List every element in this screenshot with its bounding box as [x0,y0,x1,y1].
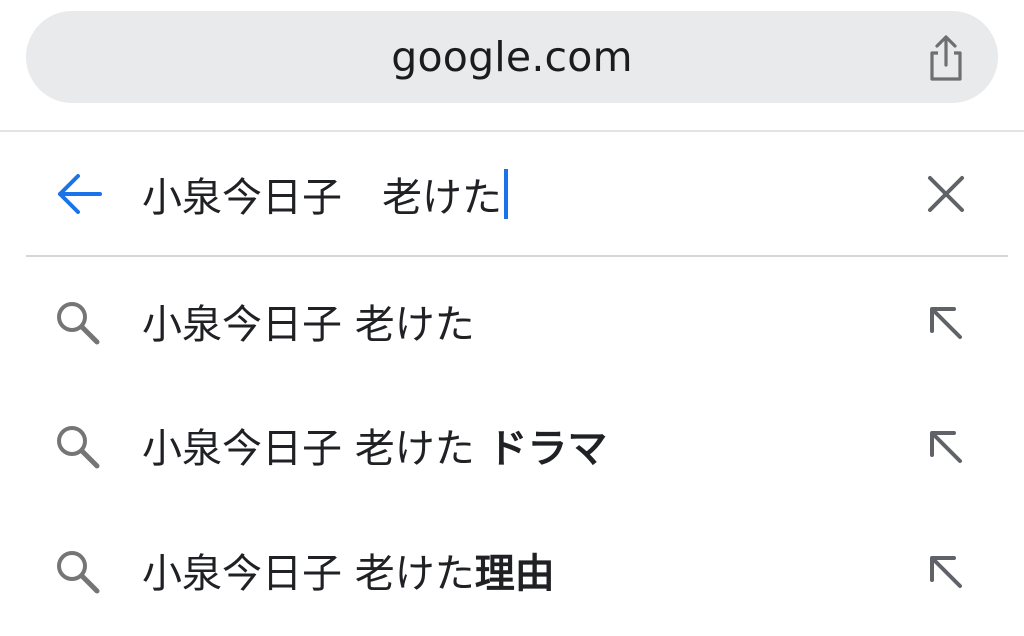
share-icon[interactable] [924,35,968,81]
suggestion-text: 小泉今日子 老けた 理由 [142,538,555,602]
suggestion-prefix: 小泉今日子 老けた [142,426,488,472]
arrow-up-left-icon[interactable] [924,550,968,594]
address-bar[interactable]: google.com [26,11,998,103]
suggestion-prefix: 小泉今日子 老けた [142,302,475,348]
search-divider [26,255,1008,257]
suggestion-text: 小泉今日子 老けた [142,289,475,353]
browser-page: google.com 小泉今日子 老けた 小泉今日子 老けた 小泉今日子 老けた… [0,0,1024,636]
search-row: 小泉今日子 老けた [0,132,1024,256]
search-icon [52,421,102,471]
search-query-text: 小泉今日子 老けた [142,175,502,221]
suggestion-item[interactable]: 小泉今日子 老けた [0,259,1024,383]
suggestion-completion: ドラマ [487,426,608,472]
suggestion-item[interactable]: 小泉今日子 老けた ドラマ [0,383,1024,507]
search-icon [52,297,102,347]
text-caret [504,169,508,219]
search-input[interactable]: 小泉今日子 老けた [142,162,508,226]
suggestion-item[interactable]: 小泉今日子 老けた 理由 [0,508,1024,632]
arrow-up-left-icon[interactable] [924,301,968,345]
suggestion-completion: 理由 [474,551,555,597]
arrow-up-left-icon[interactable] [924,425,968,469]
suggestion-text: 小泉今日子 老けた ドラマ [142,413,607,477]
arrow-back-icon[interactable] [54,172,104,216]
close-icon[interactable] [924,172,968,216]
search-icon [52,546,102,596]
url-text: google.com [391,33,633,81]
suggestion-prefix: 小泉今日子 老けた [142,551,475,597]
